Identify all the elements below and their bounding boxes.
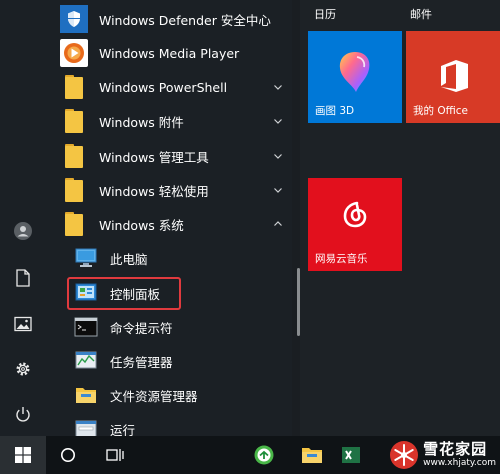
app-label: Windows Media Player (99, 45, 240, 61)
user-avatar-icon (14, 222, 32, 240)
folder-icon (60, 107, 88, 135)
user-account-button[interactable] (0, 209, 46, 253)
chevron-down-icon (274, 85, 282, 90)
folder-windows-ease-of-access[interactable]: Windows 轻松使用 (60, 173, 292, 207)
folder-label: Windows PowerShell (99, 79, 228, 95)
browser-icon (254, 445, 274, 465)
windows-start-icon (15, 447, 31, 463)
paint-3d-icon (339, 52, 370, 92)
power-button[interactable] (0, 392, 46, 436)
tile-label: 我的 Office (413, 105, 468, 117)
document-icon (16, 269, 30, 287)
cortana-circle-icon (61, 448, 75, 462)
app-this-pc[interactable]: 此电脑 (72, 241, 292, 275)
task-view-button[interactable] (96, 436, 134, 474)
tile-area: 日历 邮件 画图 3D 我的 Office 网易云音乐 (300, 0, 500, 436)
app-label: 任务管理器 (110, 354, 173, 370)
app-task-manager[interactable]: 任务管理器 (72, 344, 292, 378)
excel-icon (342, 447, 360, 463)
task-manager-icon (72, 347, 100, 375)
office-icon (441, 60, 468, 92)
folder-icon (60, 73, 88, 101)
pictures-icon (14, 316, 32, 332)
file-explorer-icon (72, 381, 100, 409)
netease-music-icon (343, 201, 367, 228)
tile-netease-music[interactable]: 网易云音乐 (308, 178, 402, 271)
folder-icon (60, 210, 88, 238)
command-prompt-icon (72, 313, 100, 341)
this-pc-icon (72, 244, 100, 272)
cortana-button[interactable] (50, 436, 86, 474)
shield-icon (60, 5, 88, 33)
documents-button[interactable] (0, 256, 46, 300)
file-explorer-icon (302, 448, 322, 463)
settings-gear-icon (16, 362, 30, 376)
tile-paint-3d[interactable]: 画图 3D (308, 31, 402, 123)
folder-icon (60, 176, 88, 204)
folder-label: Windows 管理工具 (99, 149, 209, 165)
start-left-rail (0, 0, 46, 436)
taskbar-browser-button[interactable] (244, 436, 284, 474)
tile-my-office[interactable]: 我的 Office (406, 31, 500, 123)
snowflake-logo-icon (390, 441, 419, 469)
app-windows-defender[interactable]: Windows Defender 安全中心 (60, 2, 292, 36)
taskbar: 雪花家园 www.xhjaty.com (0, 436, 500, 474)
folder-windows-system[interactable]: Windows 系统 (60, 207, 292, 241)
folder-windows-accessories[interactable]: Windows 附件 (60, 104, 292, 138)
folder-label: Windows 系统 (99, 217, 184, 233)
taskbar-excel-button[interactable] (340, 436, 366, 474)
app-windows-media-player[interactable]: Windows Media Player (60, 36, 292, 70)
folder-windows-admin-tools[interactable]: Windows 管理工具 (60, 139, 292, 173)
app-list: Windows Defender 安全中心 Windows Media Play… (46, 0, 292, 438)
pictures-button[interactable] (0, 302, 46, 346)
chevron-down-icon (274, 188, 282, 193)
app-label: 此电脑 (110, 251, 148, 267)
app-label: 命令提示符 (110, 320, 173, 336)
task-view-icon (106, 449, 124, 461)
folder-icon (60, 142, 88, 170)
app-command-prompt[interactable]: 命令提示符 (72, 310, 292, 344)
folder-label: Windows 附件 (99, 114, 184, 130)
tile-group-title-calendar: 日历 (314, 8, 336, 21)
watermark-title: 雪花家园 (423, 440, 488, 458)
start-button[interactable] (0, 436, 46, 474)
folder-windows-powershell[interactable]: Windows PowerShell (60, 70, 292, 104)
tile-group-title-mail: 邮件 (410, 8, 432, 21)
chevron-down-icon (274, 119, 282, 124)
taskbar-file-explorer-button[interactable] (292, 436, 332, 474)
tile-label: 画图 3D (315, 105, 355, 117)
app-file-explorer[interactable]: 文件资源管理器 (72, 378, 292, 412)
media-player-icon (60, 39, 88, 67)
settings-button[interactable] (0, 347, 46, 391)
watermark-url: www.xhjaty.com (423, 458, 496, 468)
power-icon (16, 406, 30, 422)
folder-label: Windows 轻松使用 (99, 183, 209, 199)
chevron-down-icon (274, 154, 282, 159)
tile-label: 网易云音乐 (315, 253, 368, 265)
watermark: 雪花家园 www.xhjaty.com (389, 436, 496, 474)
app-label: Windows Defender 安全中心 (99, 12, 271, 28)
control-panel-highlight-box (67, 277, 181, 310)
chevron-up-icon (274, 221, 282, 226)
app-label: 文件资源管理器 (110, 388, 198, 404)
